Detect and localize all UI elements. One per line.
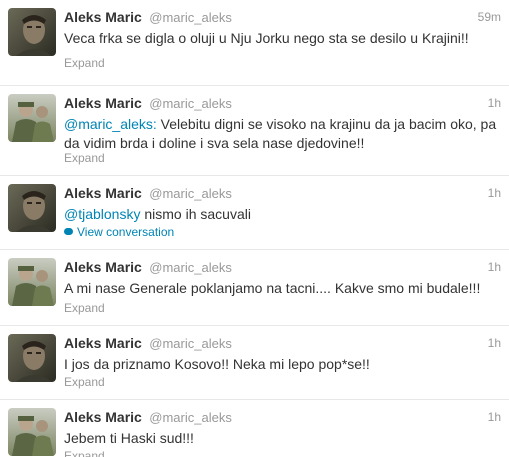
tweet-text: Jebem ti Haski sud!!! — [64, 429, 501, 448]
tweet-username[interactable]: @maric_aleks — [149, 10, 232, 25]
expand-link[interactable]: Expand — [64, 449, 105, 457]
tweet-fullname[interactable]: Aleks Maric — [64, 259, 142, 275]
tweet-text: A mi nase Generale poklanjamo na tacni..… — [64, 279, 501, 298]
avatar[interactable] — [8, 258, 56, 306]
tweet-fullname[interactable]: Aleks Maric — [64, 95, 142, 111]
tweet-fullname[interactable]: Aleks Maric — [64, 409, 142, 425]
tweet-text: @tjablonsky nismo ih sacuvali — [64, 205, 501, 224]
tweet-header: Aleks Maric @maric_aleks 1h — [64, 185, 501, 203]
tweet-text-content: A mi nase Generale poklanjamo na tacni..… — [64, 280, 481, 296]
expand-link[interactable]: Expand — [64, 151, 105, 165]
tweet-text-content: nismo ih sacuvali — [140, 206, 251, 222]
tweet-fullname[interactable]: Aleks Maric — [64, 335, 142, 351]
tweet-timestamp[interactable]: 1h — [488, 186, 501, 200]
expand-link[interactable]: Expand — [64, 375, 105, 389]
expand-link[interactable]: Expand — [64, 56, 105, 70]
tweet-username[interactable]: @maric_aleks — [149, 410, 232, 425]
tweet-username[interactable]: @maric_aleks — [149, 186, 232, 201]
tweet-text: Veca frka se digla o oluji u Nju Jorku n… — [64, 29, 501, 48]
tweet-item[interactable]: Aleks Maric @maric_aleks 1h A mi nase Ge… — [0, 250, 509, 326]
mention-link[interactable]: @maric_aleks: — [64, 116, 157, 132]
tweet-username[interactable]: @maric_aleks — [149, 260, 232, 275]
tweet-item[interactable]: Aleks Maric @maric_aleks 1h @tjablonsky … — [0, 176, 509, 250]
tweet-header: Aleks Maric @maric_aleks 59m — [64, 9, 501, 27]
avatar[interactable] — [8, 8, 56, 56]
tweet-text: I jos da priznamo Kosovo!! Neka mi lepo … — [64, 355, 501, 374]
tweet-username[interactable]: @maric_aleks — [149, 96, 232, 111]
expand-link[interactable]: Expand — [64, 301, 105, 315]
tweet-timestamp[interactable]: 59m — [478, 10, 501, 24]
tweet-header: Aleks Maric @maric_aleks 1h — [64, 335, 501, 353]
tweet-header: Aleks Maric @maric_aleks 1h — [64, 259, 501, 277]
view-conversation-label: View conversation — [77, 225, 175, 239]
tweet-text-content: Veca frka se digla o oluji u Nju Jorku n… — [64, 30, 469, 46]
tweet-item[interactable]: Aleks Maric @maric_aleks 1h I jos da pri… — [0, 326, 509, 400]
avatar[interactable] — [8, 184, 56, 232]
tweet-text: @maric_aleks: Velebitu digni se visoko n… — [64, 115, 501, 153]
tweet-text-content: Jebem ti Haski sud!!! — [64, 430, 194, 446]
tweet-timestamp[interactable]: 1h — [488, 336, 501, 350]
view-conversation-link[interactable]: View conversation — [64, 225, 174, 239]
avatar[interactable] — [8, 334, 56, 382]
tweet-fullname[interactable]: Aleks Maric — [64, 185, 142, 201]
mention-link[interactable]: @tjablonsky — [64, 206, 140, 222]
tweet-username[interactable]: @maric_aleks — [149, 336, 232, 351]
tweet-header: Aleks Maric @maric_aleks 1h — [64, 95, 501, 113]
tweet-item[interactable]: Aleks Maric @maric_aleks 59m Veca frka s… — [0, 0, 509, 86]
tweet-timestamp[interactable]: 1h — [488, 410, 501, 424]
avatar[interactable] — [8, 408, 56, 456]
tweet-timeline: Aleks Maric @maric_aleks 59m Veca frka s… — [0, 0, 509, 457]
tweet-item[interactable]: Aleks Maric @maric_aleks 1h @maric_aleks… — [0, 86, 509, 176]
tweet-header: Aleks Maric @maric_aleks 1h — [64, 409, 501, 427]
speech-bubble-icon — [64, 228, 73, 235]
tweet-fullname[interactable]: Aleks Maric — [64, 9, 142, 25]
tweet-timestamp[interactable]: 1h — [488, 260, 501, 274]
tweet-timestamp[interactable]: 1h — [488, 96, 501, 110]
tweet-text-content: I jos da priznamo Kosovo!! Neka mi lepo … — [64, 356, 370, 372]
tweet-item[interactable]: Aleks Maric @maric_aleks 1h Jebem ti Has… — [0, 400, 509, 457]
avatar[interactable] — [8, 94, 56, 142]
